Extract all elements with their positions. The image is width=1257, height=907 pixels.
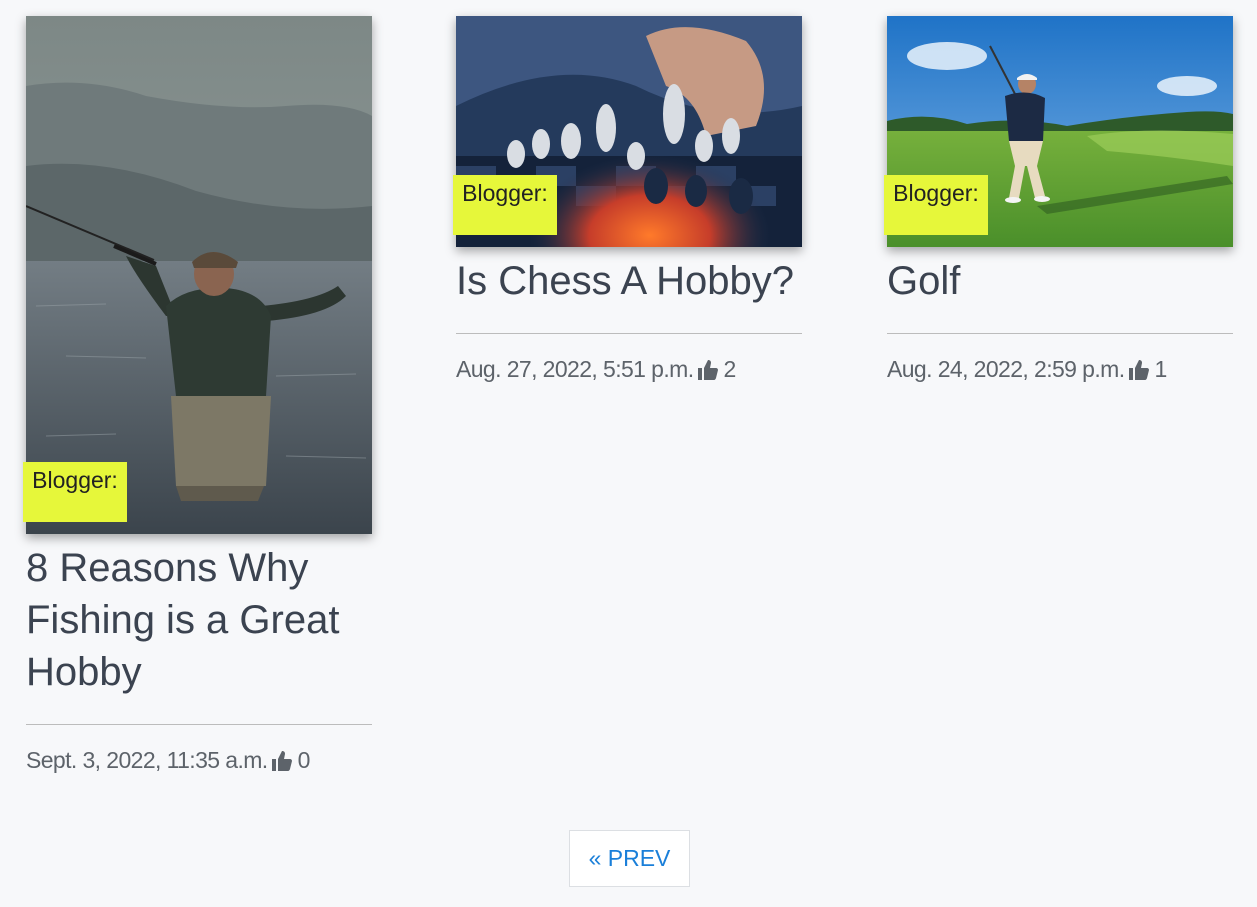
post-meta: Aug. 27, 2022, 5:51 p.m. 2: [456, 356, 802, 383]
blogger-badge: Blogger:: [453, 175, 557, 235]
post-image[interactable]: Blogger:: [453, 16, 802, 247]
post-meta: Aug. 24, 2022, 2:59 p.m. 1: [887, 356, 1233, 383]
post-card[interactable]: Blogger: Is Chess A Hobby? Aug. 27, 2022…: [453, 16, 802, 383]
like-count: 2: [723, 356, 737, 382]
post-title[interactable]: Is Chess A Hobby?: [456, 255, 802, 307]
like-count: 0: [297, 747, 311, 773]
thumbs-up-icon[interactable]: [1127, 358, 1151, 382]
post-meta: Sept. 3, 2022, 11:35 a.m. 0: [26, 747, 372, 774]
post-title[interactable]: 8 Reasons Why Fishing is a Great Hobby: [26, 542, 372, 698]
post-image[interactable]: Blogger:: [23, 16, 372, 534]
post-card[interactable]: Blogger: Golf Aug. 24, 2022, 2:59 p.m. 1: [884, 16, 1233, 383]
divider: [26, 724, 372, 725]
post-card[interactable]: Blogger: 8 Reasons Why Fishing is a Grea…: [23, 16, 372, 774]
post-image[interactable]: Blogger:: [884, 16, 1233, 247]
blogger-badge: Blogger:: [884, 175, 988, 235]
thumbs-up-icon[interactable]: [696, 358, 720, 382]
blogger-badge: Blogger:: [23, 462, 127, 522]
divider: [887, 333, 1233, 334]
post-title[interactable]: Golf: [887, 255, 1233, 307]
prev-page-button[interactable]: « PREV: [569, 830, 690, 887]
like-count: 1: [1154, 356, 1168, 382]
fisherman-image: [26, 16, 372, 534]
divider: [456, 333, 802, 334]
thumbs-up-icon[interactable]: [270, 749, 294, 773]
post-date: Aug. 27, 2022, 5:51 p.m.: [456, 356, 694, 382]
post-date: Aug. 24, 2022, 2:59 p.m.: [887, 356, 1125, 382]
post-date: Sept. 3, 2022, 11:35 a.m.: [26, 747, 268, 773]
